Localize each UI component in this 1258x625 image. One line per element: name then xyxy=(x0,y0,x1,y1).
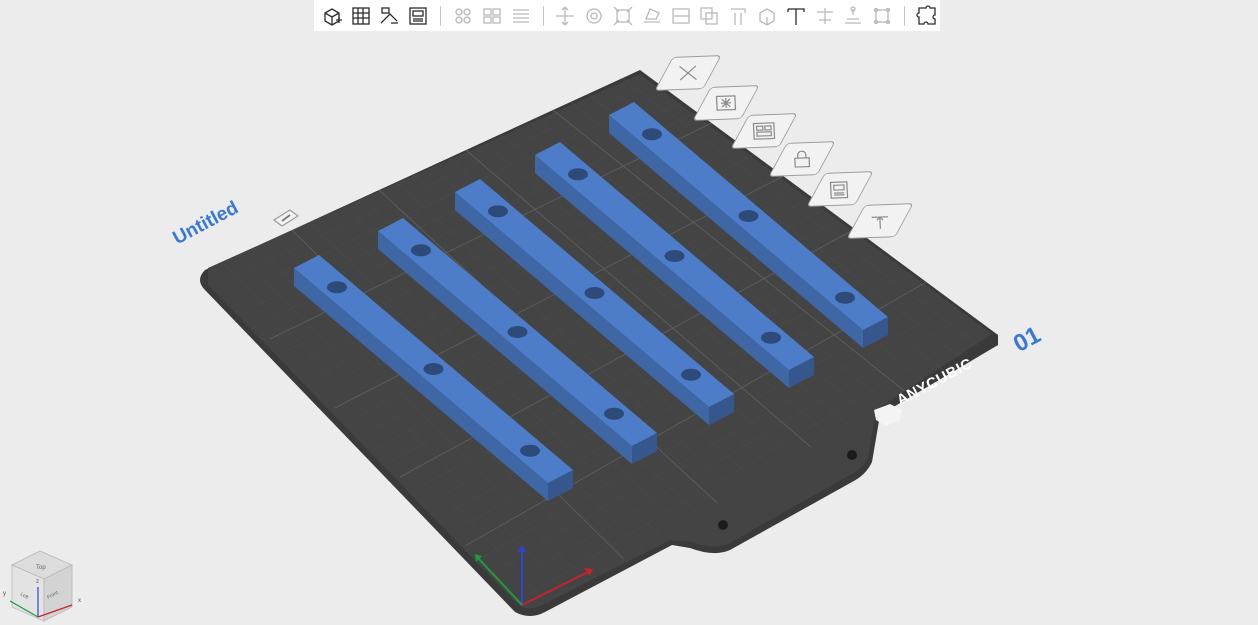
plate-hole xyxy=(718,520,728,530)
model-bar-hole xyxy=(507,326,528,338)
model-bar-hole xyxy=(738,210,759,222)
model-bar-hole xyxy=(410,244,431,257)
model-bar-hole xyxy=(487,205,508,218)
view-cube-top-label: Top xyxy=(36,565,46,571)
move-plate-icon xyxy=(871,216,888,229)
model-bar-hole xyxy=(520,444,541,457)
model-bar-hole xyxy=(761,331,782,344)
lock-plate-icon xyxy=(794,150,811,168)
plate-settings-icon xyxy=(829,181,849,199)
model-bar-hole xyxy=(681,368,702,381)
arrange-plate-icon xyxy=(752,122,776,140)
view-cube[interactable]: Top Left Front z x y xyxy=(0,545,90,625)
build-plate-viewport[interactable] xyxy=(0,0,1258,625)
model-bar-hole xyxy=(326,281,347,294)
model-bar-hole xyxy=(423,363,444,375)
plate-hole xyxy=(847,450,857,460)
model-bar-hole xyxy=(584,287,605,299)
delete-plate-icon xyxy=(679,65,697,81)
view-cube-z-label: z xyxy=(36,579,39,585)
model-bar-hole xyxy=(567,168,588,181)
auto-orient-plate-icon xyxy=(715,95,737,111)
view-cube-x-label: x xyxy=(78,598,81,604)
model-bar-hole xyxy=(604,407,625,420)
model-bar-hole xyxy=(835,291,856,304)
edit-name-icon[interactable] xyxy=(270,206,302,230)
model-bar-hole xyxy=(664,250,685,262)
model-bar-hole xyxy=(641,128,662,141)
view-cube-y-label: y xyxy=(3,591,6,597)
